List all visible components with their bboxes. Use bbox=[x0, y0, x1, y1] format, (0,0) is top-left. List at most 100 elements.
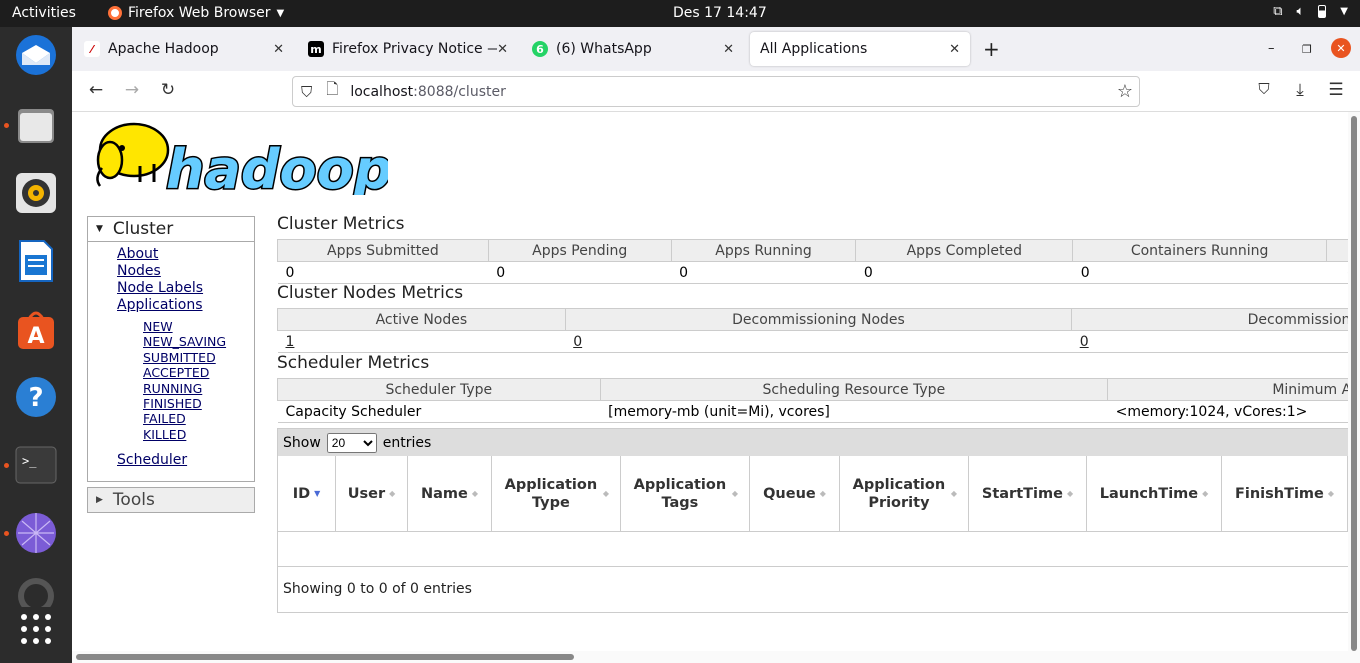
cluster-section-header[interactable]: ▼ Cluster bbox=[87, 216, 255, 242]
col-application-priority[interactable]: Application Priority ◆ bbox=[840, 456, 969, 531]
tab-whatsapp[interactable]: 6 (6) WhatsApp ✕ bbox=[522, 32, 744, 66]
close-icon[interactable]: ✕ bbox=[497, 42, 508, 57]
col-apps-running: Apps Running bbox=[670, 239, 857, 262]
col-minimum-allocation: Minimum All bbox=[1107, 378, 1360, 401]
sidebar-item-running[interactable]: RUNNING bbox=[143, 381, 254, 396]
navigation-toolbar: ← → ↻ ⛉ 🗋︎ localhost:8088/cluster ☆ ⛉ ⤓ … bbox=[72, 71, 1360, 112]
pocket-icon[interactable]: ⛉ bbox=[1252, 80, 1276, 98]
thunderbird-icon[interactable] bbox=[12, 31, 60, 79]
back-arrow-icon[interactable]: ← bbox=[84, 80, 108, 100]
col-launchtime-label: LaunchTime bbox=[1099, 485, 1199, 502]
decommissioning-nodes-value: 0 bbox=[565, 330, 1072, 353]
bookmark-star-icon[interactable]: ☆ bbox=[1117, 81, 1133, 102]
page-info-icon[interactable]: 🗋︎ bbox=[326, 79, 338, 104]
tab-firefox-privacy-notice[interactable]: m Firefox Privacy Notice — ✕ bbox=[298, 32, 518, 66]
sidebar-item-killed[interactable]: KILLED bbox=[143, 427, 254, 442]
sidebar-item-failed[interactable]: FAILED bbox=[143, 411, 254, 426]
cluster-metrics-table: Apps Submitted Apps Pending Apps Running… bbox=[277, 239, 1360, 284]
sidebar-item-accepted[interactable]: ACCEPTED bbox=[143, 365, 254, 380]
sidebar-item-node-labels[interactable]: Node Labels bbox=[117, 280, 254, 297]
col-finishtime[interactable]: FinishTime ◆ bbox=[1222, 456, 1348, 531]
svg-text:hadoop: hadoop bbox=[166, 138, 388, 195]
app-center-icon[interactable]: A bbox=[12, 305, 60, 353]
tab-all-applications[interactable]: All Applications ✕ bbox=[750, 32, 970, 66]
col-starttime[interactable]: StartTime ◆ bbox=[969, 456, 1087, 531]
maximize-button[interactable]: ❐ bbox=[1302, 43, 1312, 56]
web-icon[interactable] bbox=[12, 509, 60, 557]
sidebar-item-submitted[interactable]: SUBMITTED bbox=[143, 350, 254, 365]
col-apps-pending: Apps Pending bbox=[487, 239, 672, 262]
active-nodes-link[interactable]: 1 bbox=[286, 334, 295, 350]
col-application-tags[interactable]: Application Tags ◆ bbox=[621, 456, 750, 531]
decommissioning-nodes-link[interactable]: 0 bbox=[573, 334, 582, 350]
app-grid-icon[interactable] bbox=[12, 605, 60, 653]
col-containers-running: Containers Running bbox=[1072, 239, 1327, 262]
minimize-button[interactable]: – bbox=[1268, 41, 1275, 56]
url-host: localhost bbox=[350, 83, 414, 100]
running-indicator bbox=[4, 531, 9, 536]
sort-icon: ◆ bbox=[950, 488, 958, 498]
shield-icon[interactable]: ⛉ bbox=[301, 83, 312, 101]
sidebar-item-about[interactable]: About bbox=[117, 246, 254, 263]
close-icon[interactable]: ✕ bbox=[273, 42, 284, 57]
help-icon[interactable]: ? bbox=[12, 373, 60, 421]
vertical-scrollbar[interactable] bbox=[1348, 112, 1360, 663]
sidebar: ▼ Cluster About Nodes Node Labels Applic… bbox=[87, 216, 255, 513]
downloads-icon[interactable]: ⤓ bbox=[1288, 80, 1312, 100]
running-indicator bbox=[4, 123, 9, 128]
entries-per-page-select[interactable]: 20 bbox=[326, 432, 377, 453]
files-icon[interactable] bbox=[12, 101, 60, 149]
sidebar-item-new-saving[interactable]: NEW_SAVING bbox=[143, 334, 254, 349]
horizontal-scrollbar[interactable] bbox=[72, 651, 1348, 663]
menu-icon[interactable]: ☰ bbox=[1324, 80, 1348, 100]
app-menu[interactable]: Firefox Web Browser ▼ bbox=[108, 5, 284, 21]
rhythmbox-icon[interactable] bbox=[12, 169, 60, 217]
tools-section-header[interactable]: ▶ Tools bbox=[87, 487, 255, 513]
running-indicator bbox=[4, 463, 9, 468]
sort-icon: ◆ bbox=[1202, 488, 1209, 498]
col-application-type[interactable]: Application Type ◆ bbox=[492, 456, 621, 531]
dock: A ? >_ bbox=[0, 27, 72, 663]
forward-arrow-icon[interactable]: → bbox=[120, 80, 144, 100]
col-decommissioned-nodes: Decommissione bbox=[1071, 308, 1360, 331]
activities-button[interactable]: Activities bbox=[12, 5, 76, 21]
close-window-button[interactable]: ✕ bbox=[1331, 38, 1351, 58]
col-name[interactable]: Name ◆ bbox=[408, 456, 492, 531]
partial-app-icon[interactable] bbox=[12, 577, 60, 607]
new-tab-button[interactable]: + bbox=[983, 37, 1000, 61]
hadoop-favicon: ⁄ bbox=[84, 41, 100, 57]
sidebar-item-applications[interactable]: Applications bbox=[117, 297, 254, 314]
hadoop-logo: hadoop bbox=[96, 122, 388, 195]
caret-right-icon: ▶ bbox=[96, 495, 103, 505]
vertical-scrollbar-thumb[interactable] bbox=[1351, 116, 1357, 651]
sidebar-item-nodes[interactable]: Nodes bbox=[117, 263, 254, 280]
sidebar-item-scheduler[interactable]: Scheduler bbox=[117, 452, 254, 469]
tab-title: (6) WhatsApp bbox=[556, 41, 652, 57]
sidebar-item-finished[interactable]: FINISHED bbox=[143, 396, 254, 411]
col-queue[interactable]: Queue ◆ bbox=[750, 456, 840, 531]
cluster-menu: About Nodes Node Labels Applications NEW… bbox=[87, 242, 255, 482]
tab-apache-hadoop[interactable]: ⁄ Apache Hadoop ✕ bbox=[74, 32, 294, 66]
reload-icon[interactable]: ↻ bbox=[156, 80, 180, 100]
close-icon[interactable]: ✕ bbox=[949, 42, 960, 57]
whatsapp-favicon: 6 bbox=[532, 41, 548, 57]
col-launchtime[interactable]: LaunchTime ◆ bbox=[1087, 456, 1222, 531]
apps-completed-value: 0 bbox=[855, 261, 1073, 284]
cluster-nodes-metrics-table: Active Nodes Decommissioning Nodes Decom… bbox=[277, 308, 1360, 353]
col-id[interactable]: ID ▼ bbox=[278, 456, 336, 531]
sort-icon: ◆ bbox=[602, 488, 610, 498]
show-label: Show bbox=[283, 434, 321, 451]
col-user[interactable]: User ◆ bbox=[336, 456, 408, 531]
clock[interactable]: Des 17 14:47 bbox=[673, 5, 767, 21]
horizontal-scrollbar-thumb[interactable] bbox=[76, 654, 574, 660]
sort-icon: ◆ bbox=[1066, 488, 1074, 498]
close-icon[interactable]: ✕ bbox=[723, 42, 734, 57]
system-tray[interactable]: ⧉ 🔈︎ ▼ bbox=[1273, 4, 1348, 19]
terminal-icon[interactable]: >_ bbox=[12, 441, 60, 489]
minimum-allocation-value: <memory:1024, vCores:1> bbox=[1107, 400, 1360, 423]
libreoffice-writer-icon[interactable] bbox=[12, 237, 60, 285]
url-bar[interactable]: ⛉ 🗋︎ localhost:8088/cluster ☆ bbox=[292, 76, 1140, 107]
col-finishtime-label: FinishTime bbox=[1234, 485, 1324, 502]
sidebar-item-new[interactable]: NEW bbox=[143, 319, 254, 334]
decommissioned-nodes-link[interactable]: 0 bbox=[1080, 334, 1089, 350]
